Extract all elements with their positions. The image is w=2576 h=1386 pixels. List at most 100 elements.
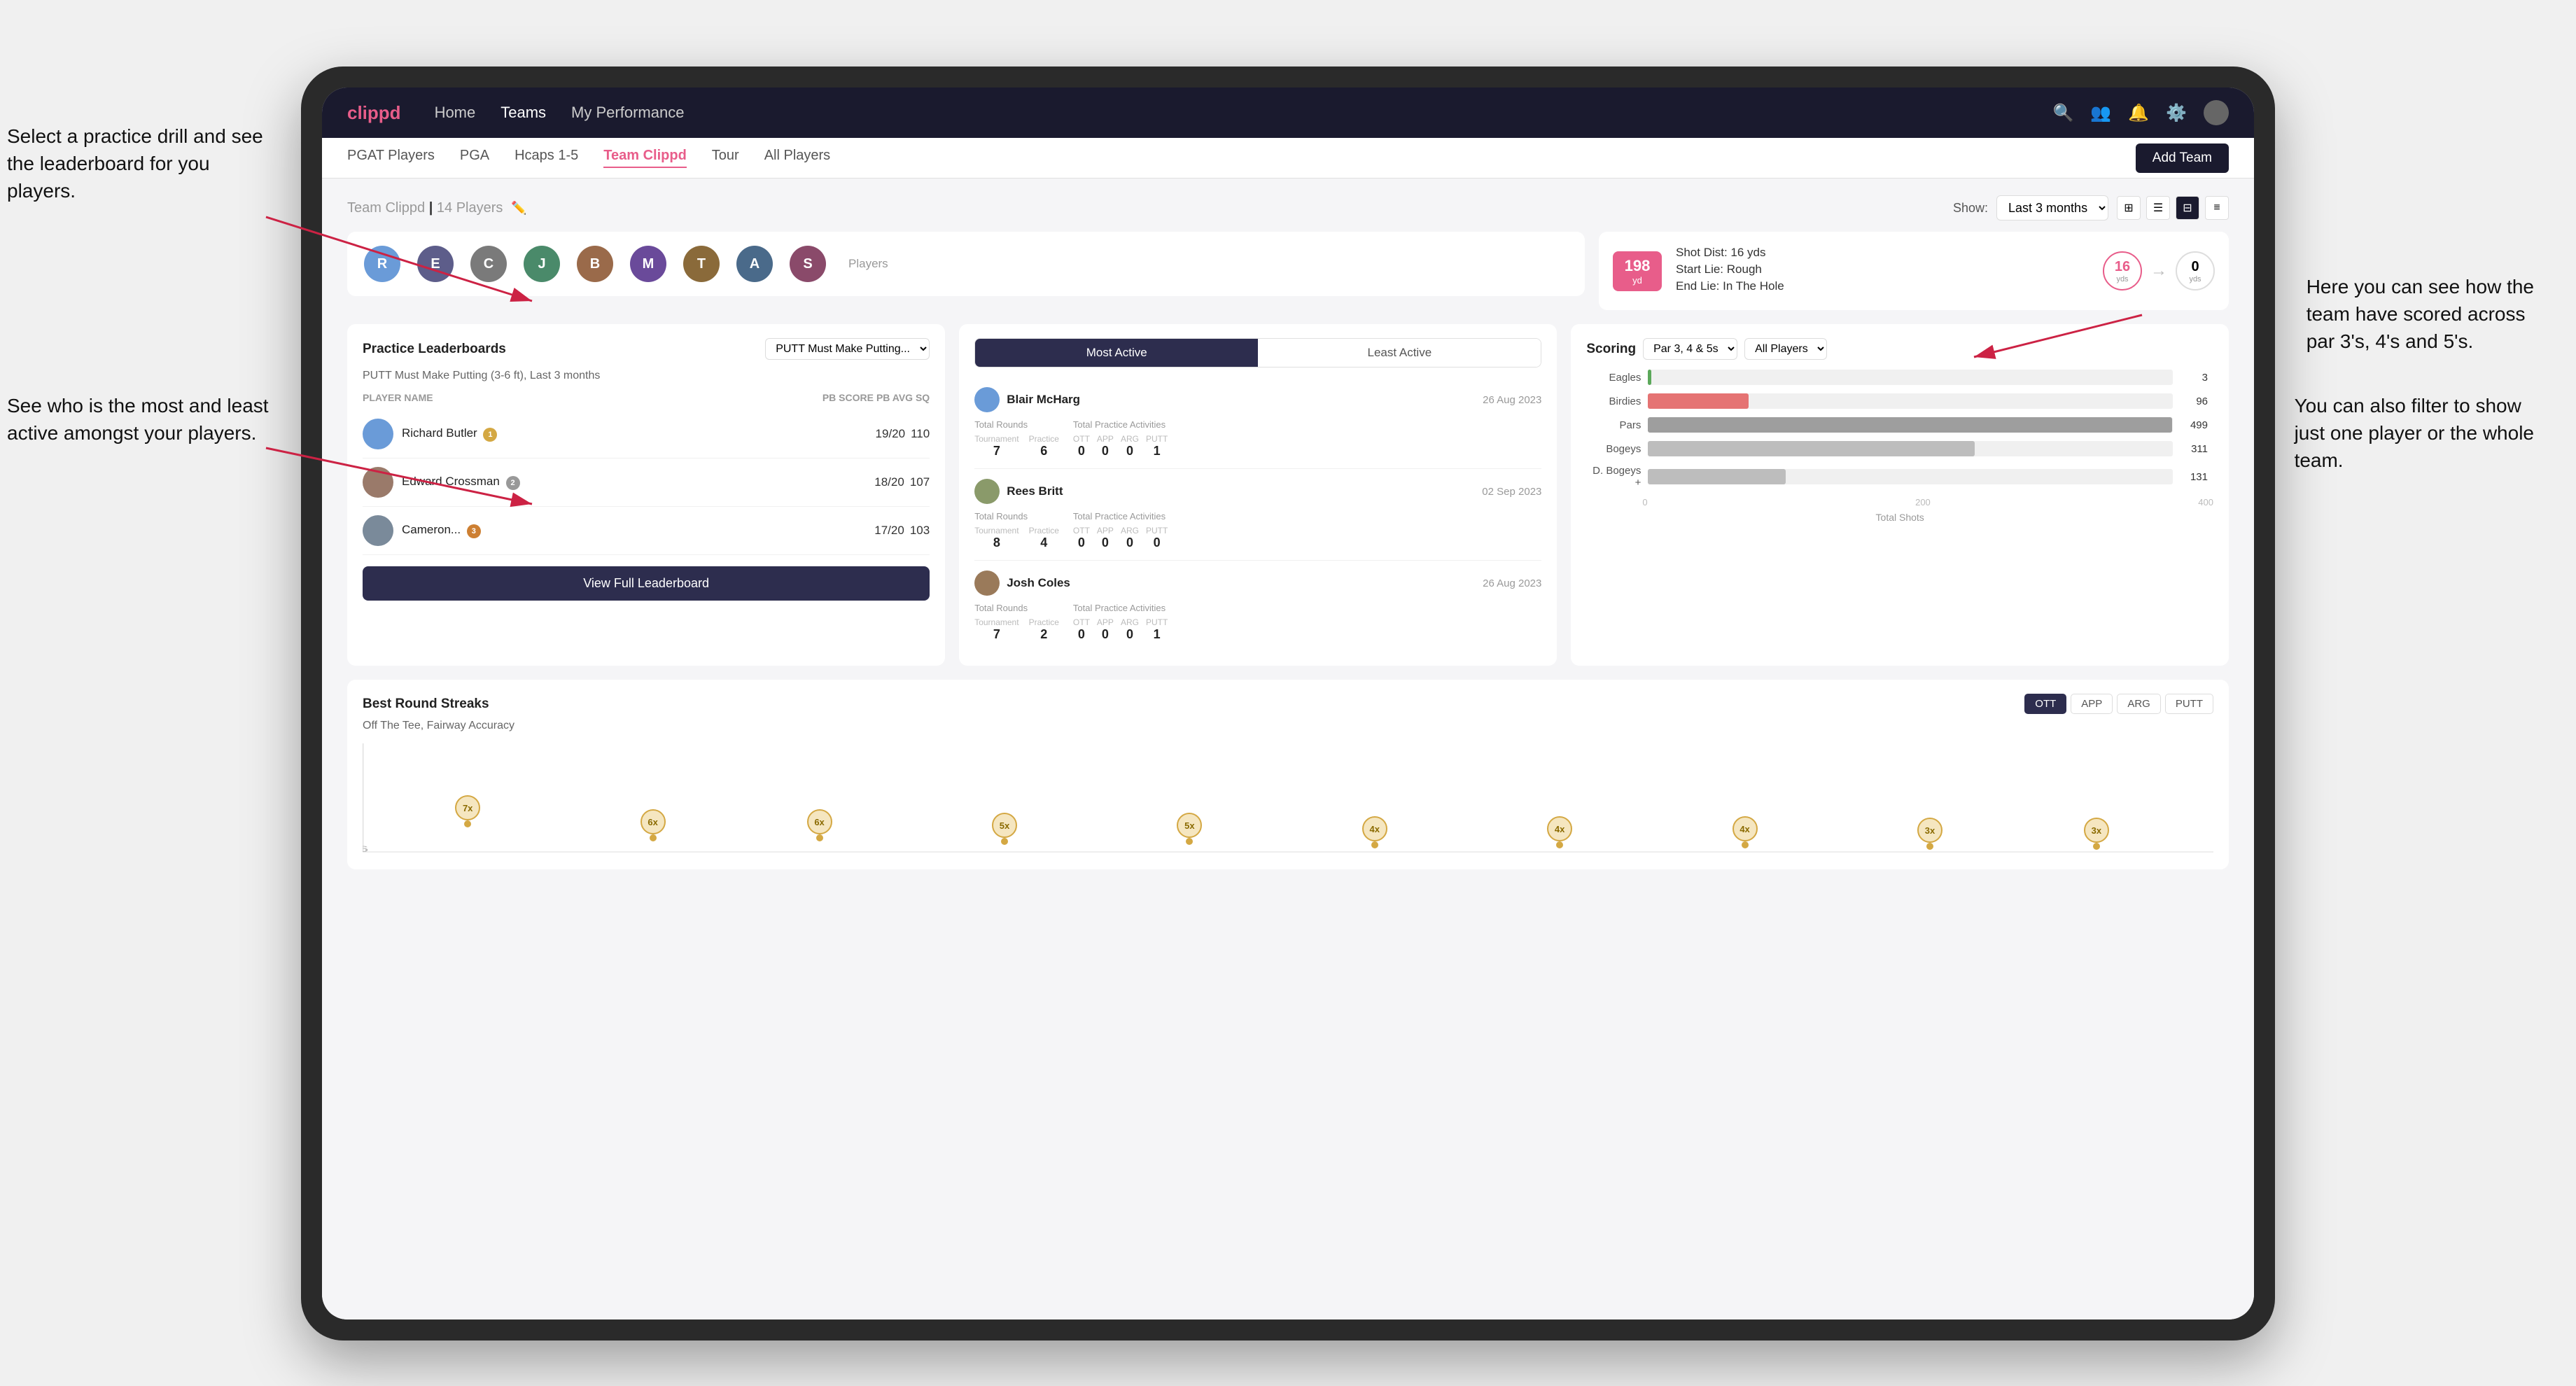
nav-my-performance[interactable]: My Performance: [571, 104, 684, 122]
timeline-point: 3x: [1917, 818, 1942, 850]
bar-fill-birdies: [1648, 393, 1749, 409]
timeline-dot: [1926, 843, 1933, 850]
players-label: Players: [848, 257, 888, 271]
timeline-point: 6x: [640, 809, 666, 841]
three-column-section: Practice Leaderboards PUTT Must Make Put…: [347, 324, 2229, 666]
arg-val: ARG 0: [1121, 617, 1139, 642]
activity-item-header: Blair McHarg 26 Aug 2023: [974, 387, 1541, 412]
timeline-dot: [1371, 841, 1378, 848]
player-avatar[interactable]: T: [683, 246, 720, 282]
bar-fill-d-bogeys: [1648, 469, 1785, 484]
bar-row-pars: Pars 499: [1592, 417, 2208, 433]
practice-val: Practice 2: [1029, 617, 1059, 642]
chart-x-label: Total Shots: [1586, 512, 2213, 523]
table-view-button[interactable]: ☰: [2146, 196, 2170, 220]
bar-container: [1648, 393, 2173, 409]
activity-player-name: Rees Britt: [1007, 484, 1063, 498]
search-icon[interactable]: 🔍: [2052, 103, 2073, 123]
practice-activities-label: Total Practice Activities: [1073, 419, 1168, 430]
activity-player-name: Josh Coles: [1007, 576, 1070, 590]
timeline-point: 6x: [807, 809, 832, 841]
subnav-hcaps[interactable]: Hcaps 1-5: [514, 148, 578, 168]
activity-player-name: Blair McHarg: [1007, 393, 1080, 407]
player-avatar[interactable]: J: [524, 246, 560, 282]
show-dropdown[interactable]: Last 3 months: [1996, 195, 2108, 220]
activity-item: Josh Coles 26 Aug 2023 Total Rounds Tour…: [974, 561, 1541, 652]
filter-putt-button[interactable]: PUTT: [2165, 694, 2213, 714]
timeline-point: 7x: [455, 795, 480, 827]
player-avatar[interactable]: M: [630, 246, 666, 282]
user-avatar[interactable]: [2204, 100, 2229, 125]
bar-container: [1648, 370, 2173, 385]
timeline-badge: 7x: [455, 795, 480, 820]
settings-icon[interactable]: ⚙️: [2166, 103, 2187, 123]
player-info: Richard Butler 1: [363, 419, 870, 449]
player-avatar[interactable]: B: [577, 246, 613, 282]
practice-leaderboard-card: Practice Leaderboards PUTT Must Make Put…: [347, 324, 945, 666]
leaderboard-row: Richard Butler 1 19/20 110: [363, 410, 930, 458]
tournament-val: Tournament 7: [974, 434, 1018, 458]
timeline-dot: [464, 820, 471, 827]
navbar-right: 🔍 👥 🔔 ⚙️: [2052, 100, 2229, 125]
subnav-pgat-players[interactable]: PGAT Players: [347, 148, 435, 168]
timeline-badge: 6x: [640, 809, 666, 834]
leaderboard-header: Practice Leaderboards PUTT Must Make Put…: [363, 338, 930, 360]
player-avg: 110: [911, 427, 930, 441]
annotation-active-players: See who is the most and least active amo…: [7, 392, 269, 447]
leaderboard-dropdown[interactable]: PUTT Must Make Putting...: [765, 338, 930, 360]
grid-view-button[interactable]: ⊞: [2117, 196, 2141, 220]
activity-player-avatar: [974, 387, 1000, 412]
bar-container: [1648, 469, 2173, 484]
player-avatar[interactable]: R: [364, 246, 400, 282]
bar-fill-bogeys: [1648, 441, 1974, 456]
subnav-team-clippd[interactable]: Team Clippd: [603, 148, 687, 168]
users-icon[interactable]: 👥: [2090, 103, 2111, 123]
app-val: APP 0: [1097, 617, 1114, 642]
timeline-badge: 3x: [2084, 818, 2109, 843]
bar-label-bogeys: Bogeys: [1592, 443, 1641, 455]
bar-value-birdies: 96: [2180, 396, 2208, 407]
card-view-button[interactable]: ⊟: [2176, 196, 2199, 220]
player-avatar[interactable]: E: [417, 246, 454, 282]
player-avatar[interactable]: A: [736, 246, 773, 282]
activity-player-avatar: [974, 570, 1000, 596]
team-title: Team Clippd | 14 Players: [347, 200, 503, 216]
activity-date: 02 Sep 2023: [1482, 486, 1541, 498]
add-team-button[interactable]: Add Team: [2136, 144, 2229, 173]
player-avatar[interactable]: S: [790, 246, 826, 282]
subnav-tour[interactable]: Tour: [712, 148, 739, 168]
nav-home[interactable]: Home: [435, 104, 476, 122]
list-view-button[interactable]: ≡: [2205, 196, 2229, 220]
filter-arg-button[interactable]: ARG: [2117, 694, 2161, 714]
timeline-dot: [1742, 841, 1749, 848]
most-active-button[interactable]: Most Active: [975, 339, 1258, 367]
putt-val: PUTT 1: [1146, 434, 1168, 458]
player-filter-dropdown[interactable]: All Players: [1744, 338, 1827, 360]
edit-icon[interactable]: ✏️: [511, 201, 526, 216]
leaderboard-row: Edward Crossman 2 18/20 107: [363, 458, 930, 507]
timeline-dot: [2093, 843, 2100, 850]
activity-date: 26 Aug 2023: [1483, 394, 1541, 406]
timeline-badge: 6x: [807, 809, 832, 834]
app-val: APP 0: [1097, 434, 1114, 458]
subnav-pga[interactable]: PGA: [460, 148, 489, 168]
tablet-frame: clippd Home Teams My Performance 🔍 👥 🔔 ⚙…: [301, 66, 2275, 1340]
filter-app-button[interactable]: APP: [2071, 694, 2113, 714]
bell-icon[interactable]: 🔔: [2128, 103, 2149, 123]
annotation-practice-drill: Select a practice drill and see the lead…: [7, 122, 273, 205]
player-avatar[interactable]: C: [470, 246, 507, 282]
timeline-points: 7x 6x 6x: [363, 743, 2213, 855]
view-full-leaderboard-button[interactable]: View Full Leaderboard: [363, 566, 930, 601]
activity-stats: Total Rounds Tournament 7 Practice 2: [974, 603, 1541, 642]
timeline-point: 4x: [1362, 816, 1387, 848]
par-filter-dropdown[interactable]: Par 3, 4 & 5s: [1643, 338, 1737, 360]
nav-teams[interactable]: Teams: [500, 104, 546, 122]
bar-row-bogeys: Bogeys 311: [1592, 441, 2208, 456]
bar-label-eagles: Eagles: [1592, 372, 1641, 384]
subnav-all-players[interactable]: All Players: [764, 148, 830, 168]
least-active-button[interactable]: Least Active: [1258, 339, 1541, 367]
practice-val: Practice 4: [1029, 526, 1059, 550]
annotation-scoring: Here you can see how the team have score…: [2306, 273, 2534, 356]
filter-ott-button[interactable]: OTT: [2024, 694, 2066, 714]
players-row: R E C J B M T A S Players: [347, 232, 1585, 296]
